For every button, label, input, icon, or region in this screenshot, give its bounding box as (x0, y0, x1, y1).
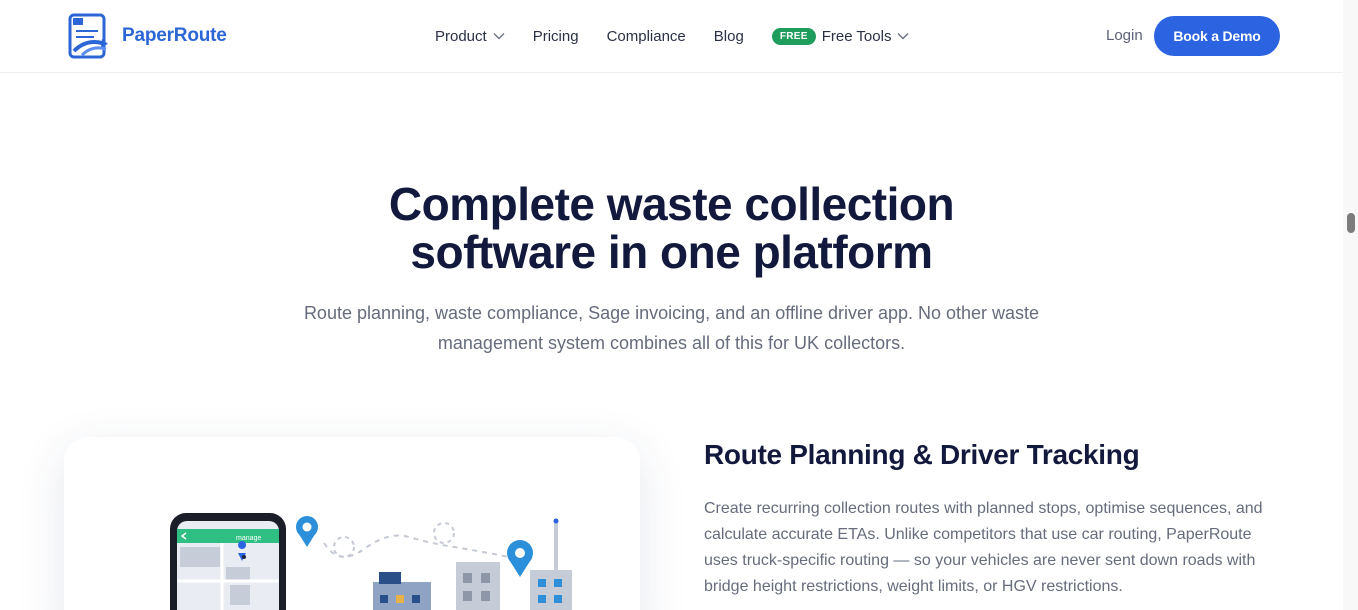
free-badge: FREE (771, 27, 816, 45)
login-link[interactable]: Login (1106, 27, 1143, 44)
site-header: PaperRoute Product Pricing Compliance Bl… (0, 0, 1343, 73)
hero-subtitle: Route planning, waste compliance, Sage i… (290, 298, 1053, 358)
feature-illustration-card: manage (64, 437, 640, 610)
nav-free-tools[interactable]: FREE Free Tools (771, 27, 910, 45)
nav-free-tools-label: Free Tools (821, 27, 892, 45)
page-scrollbar[interactable] (1343, 0, 1358, 610)
map-pin-icon (296, 516, 318, 547)
brand-name: PaperRoute (122, 25, 227, 46)
chevron-down-icon (493, 33, 505, 40)
nav-pricing-label: Pricing (532, 27, 579, 45)
chevron-down-icon (897, 33, 909, 40)
paperroute-logo-icon (68, 13, 108, 59)
feature-description: Create recurring collection routes with … (704, 500, 1263, 595)
brand-logo[interactable]: PaperRoute (68, 13, 227, 59)
phone-app-label: manage (236, 535, 261, 542)
hero-title-line-2: software in one platform (410, 226, 933, 278)
nav-pricing[interactable]: Pricing (533, 28, 579, 45)
nav-blog-label: Blog (713, 27, 744, 45)
nav-blog[interactable]: Blog (714, 28, 744, 45)
route-tracking-illustration: manage (170, 513, 572, 610)
feature-title: Route Planning & Driver Tracking (704, 439, 1140, 470)
nav-compliance-label: Compliance (606, 27, 686, 45)
scrollbar-thumb[interactable] (1347, 213, 1355, 233)
map-pin-icon (507, 540, 533, 577)
main-nav: Product Pricing Compliance Blog FREE Fre… (435, 24, 937, 48)
nav-product-label: Product (435, 27, 487, 45)
nav-compliance[interactable]: Compliance (607, 28, 686, 45)
hero-subtitle-line-2: management system combines all of this f… (437, 333, 906, 353)
buildings-illustration (373, 518, 572, 610)
hero-title: Complete waste collection software in on… (0, 180, 1343, 276)
hero-title-line-1: Complete waste collection (388, 178, 955, 230)
phone-illustration: manage (170, 513, 286, 610)
book-demo-button[interactable]: Book a Demo (1154, 16, 1280, 56)
hero-subtitle-line-1: Route planning, waste compliance, Sage i… (303, 303, 1040, 323)
nav-product[interactable]: Product (435, 28, 505, 45)
